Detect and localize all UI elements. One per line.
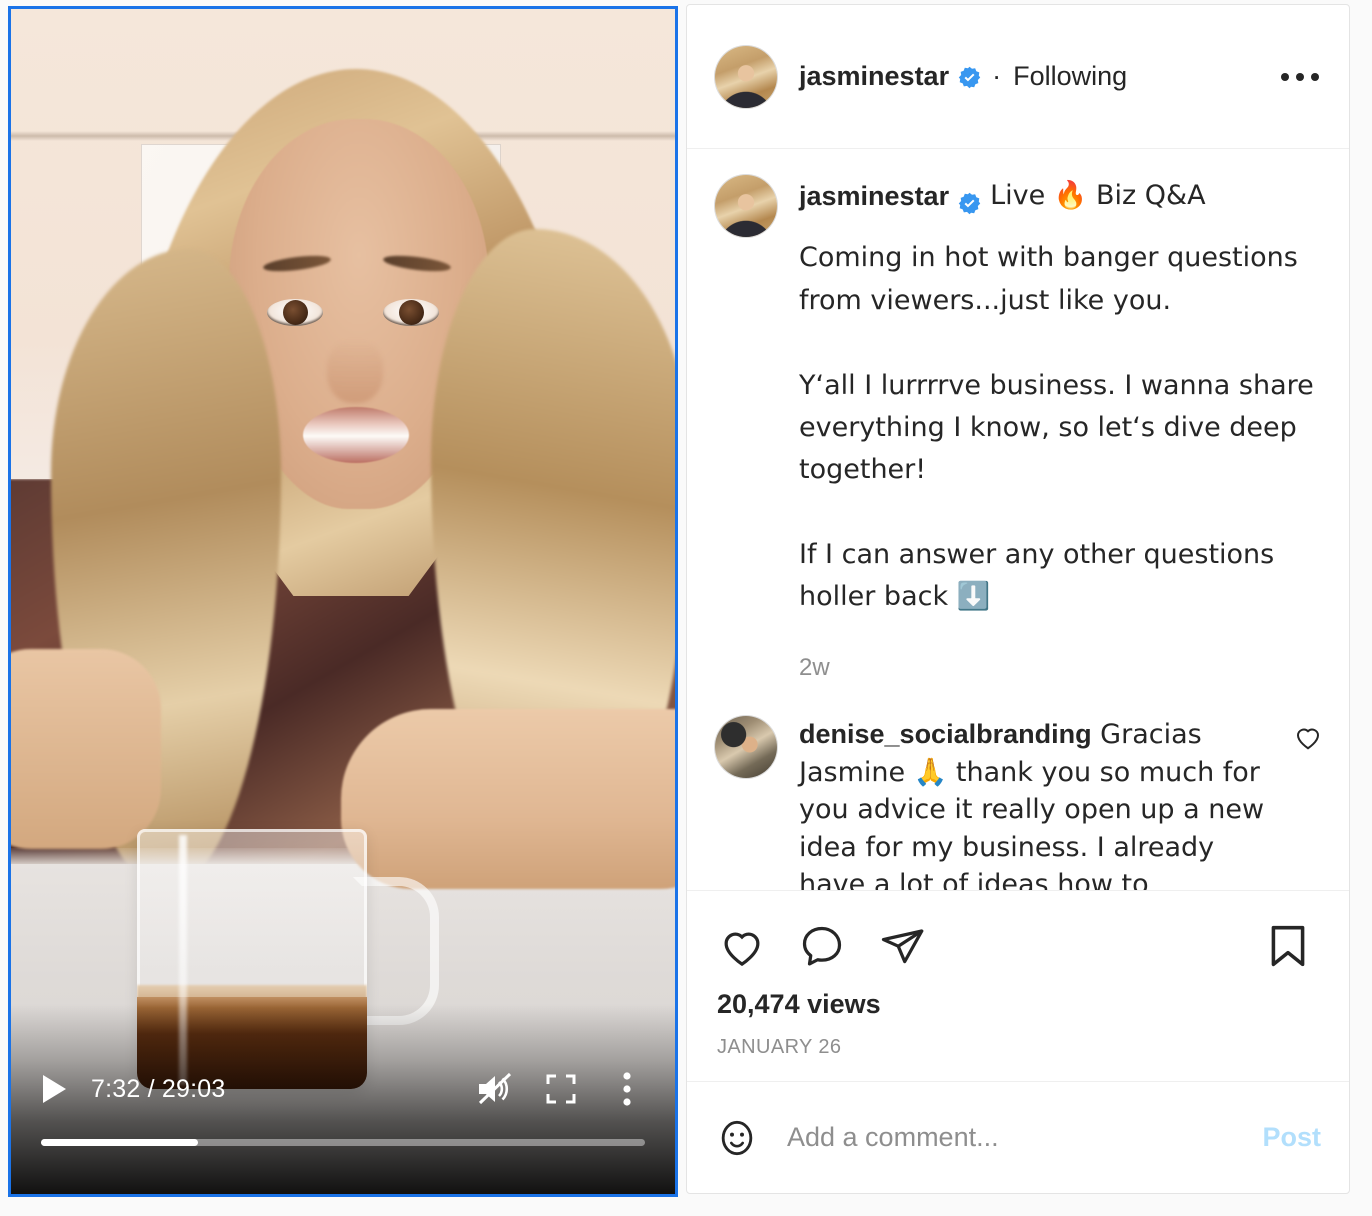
caption-title-suffix: Live 🔥 Biz Q&A [990,180,1206,211]
add-comment-input[interactable] [785,1121,1245,1154]
views-count: 20,474 views [717,989,881,1019]
caption-block: jasminestar Live 🔥 Biz Q&A Coming in hot… [715,175,1323,686]
comment-button[interactable] [793,917,851,975]
video-progress-bar[interactable] [41,1139,645,1146]
post-actions: 20,474 views JANUARY 26 [687,891,1349,1059]
video-player[interactable]: 7:32 / 29:03 [8,6,678,1197]
post-header: jasminestar · Following [687,5,1349,149]
video-still-nose [327,339,383,403]
instagram-post-panel: jasminestar · Following jasminestar Live… [686,4,1350,1194]
avatar-image-denise [715,716,777,779]
post-date: JANUARY 26 [717,1036,842,1058]
comment-compose-bar: Post [687,1081,1349,1193]
video-still-lips [303,407,409,463]
emoji-picker-icon[interactable] [715,1116,759,1160]
play-button[interactable] [39,1073,69,1105]
dot-icon [1311,72,1319,81]
caption-title-row: jasminestar Live 🔥 Biz Q&A [799,175,1323,217]
video-still-mug-highlight [179,835,187,1085]
video-time-display: 7:32 / 29:03 [91,1074,226,1103]
caption-timestamp: 2w [799,653,830,681]
video-still-arm-left [11,649,161,849]
verified-badge-icon [958,65,981,89]
share-button[interactable] [873,917,931,975]
caption-body: Coming in hot with banger questions from… [799,242,1314,613]
caption-text-wrap: jasminestar Live 🔥 Biz Q&A Coming in hot… [799,175,1323,686]
video-frame[interactable] [11,9,675,1194]
video-controls-row: 7:32 / 29:03 [11,1066,675,1112]
avatar[interactable] [715,45,777,108]
header-separator: · [992,61,1002,91]
fullscreen-button[interactable] [539,1069,583,1109]
instagram-post-page: 7:32 / 29:03 jasminestar · Following jas… [0,0,1372,1216]
dot-icon [1296,72,1304,81]
video-still-arm-right [341,709,675,889]
video-still-iris-right [399,300,424,325]
caption-avatar-wrap[interactable] [715,175,777,686]
action-icon-row [713,917,1323,975]
comment-text-wrap: denise_socialbranding Gracias Jasmine 🙏 … [799,716,1279,890]
avatar[interactable] [715,175,777,237]
caption-username[interactable]: jasminestar [799,175,949,217]
video-progress-fill [41,1139,199,1146]
post-header-text: jasminestar · Following [799,61,1127,92]
post-more-options-button[interactable] [1277,57,1323,97]
verified-badge-icon [958,185,981,214]
like-button[interactable] [713,917,771,975]
comment-username[interactable]: denise_socialbranding [799,719,1092,749]
avatar-image-jasminestar [715,45,777,108]
follow-state-button[interactable]: Following [1013,61,1127,92]
header-username[interactable]: jasminestar [799,61,949,92]
avatar-image-jasminestar [715,175,777,237]
save-button[interactable] [1259,917,1317,975]
video-still-iris-left [283,300,308,325]
dot-icon [1281,72,1289,81]
post-body: jasminestar Live 🔥 Biz Q&A Coming in hot… [687,149,1349,891]
comment-like-heart-icon[interactable] [1293,722,1323,752]
post-comment-button[interactable]: Post [1260,1116,1323,1159]
more-options-button[interactable] [605,1069,649,1109]
comment-item: denise_socialbranding Gracias Jasmine 🙏 … [715,716,1323,890]
video-still-mug [137,829,367,1089]
unmute-button[interactable] [473,1069,517,1109]
avatar[interactable] [715,716,777,779]
